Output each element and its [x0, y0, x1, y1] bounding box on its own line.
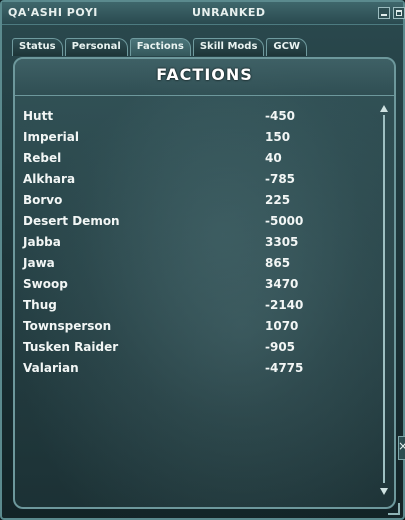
- faction-name: Valarian: [23, 361, 79, 375]
- maximize-icon[interactable]: [393, 7, 405, 19]
- faction-list: Hutt -450 Imperial 150 Rebel 40 Alkhara …: [23, 107, 363, 380]
- faction-value: 225: [265, 193, 291, 207]
- faction-row: Townsperson 1070: [23, 317, 363, 338]
- panel-title: FACTIONS: [156, 65, 253, 84]
- faction-value: -785: [265, 172, 296, 186]
- faction-value: -450: [265, 109, 296, 123]
- tab-skill-mods[interactable]: Skill Mods: [192, 38, 265, 56]
- faction-value: 40: [265, 151, 282, 165]
- faction-name: Swoop: [23, 277, 68, 291]
- faction-row: Jabba 3305: [23, 233, 363, 254]
- character-name: QA'ASHI POYI: [8, 6, 98, 19]
- faction-row: Alkhara -785: [23, 170, 363, 191]
- faction-row: Valarian -4775: [23, 359, 363, 380]
- scroll-track[interactable]: [383, 115, 385, 483]
- factions-panel: FACTIONS Hutt -450 Imperial 150 Rebel 40…: [13, 57, 396, 509]
- close-icon[interactable]: [398, 436, 405, 460]
- faction-value: 3470: [265, 277, 299, 291]
- rank-status: UNRANKED: [192, 6, 266, 19]
- tab-factions[interactable]: Factions: [129, 38, 191, 56]
- faction-name: Tusken Raider: [23, 340, 119, 354]
- faction-row: Thug -2140: [23, 296, 363, 317]
- faction-name: Jabba: [23, 235, 61, 249]
- faction-value: 3305: [265, 235, 299, 249]
- faction-name: Desert Demon: [23, 214, 120, 228]
- faction-row: Desert Demon -5000: [23, 212, 363, 233]
- faction-row: Imperial 150: [23, 128, 363, 149]
- faction-row: Rebel 40: [23, 149, 363, 170]
- tab-bar: Status Personal Factions Skill Mods GCW: [12, 38, 307, 56]
- faction-name: Borvo: [23, 193, 63, 207]
- resize-grip[interactable]: [388, 503, 400, 515]
- faction-value: -905: [265, 340, 296, 354]
- faction-name: Jawa: [23, 256, 55, 270]
- faction-row: Tusken Raider -905: [23, 338, 363, 359]
- faction-name: Imperial: [23, 130, 79, 144]
- faction-row: Hutt -450: [23, 107, 363, 128]
- faction-value: -4775: [265, 361, 304, 375]
- faction-row: Jawa 865: [23, 254, 363, 275]
- faction-value: -2140: [265, 298, 304, 312]
- faction-row: Borvo 225: [23, 191, 363, 212]
- faction-value: 150: [265, 130, 291, 144]
- faction-value: 865: [265, 256, 291, 270]
- faction-row: Swoop 3470: [23, 275, 363, 296]
- character-window: QA'ASHI POYI UNRANKED Status Personal Fa…: [0, 0, 405, 520]
- faction-name: Alkhara: [23, 172, 76, 186]
- tab-personal[interactable]: Personal: [64, 38, 128, 56]
- tab-gcw[interactable]: GCW: [266, 38, 307, 56]
- faction-value: -5000: [265, 214, 304, 228]
- arrow-down-icon[interactable]: [380, 488, 388, 495]
- faction-name: Hutt: [23, 109, 54, 123]
- minimize-icon[interactable]: [378, 7, 390, 19]
- faction-value: 1070: [265, 319, 299, 333]
- arrow-up-icon[interactable]: [380, 105, 388, 112]
- faction-name: Rebel: [23, 151, 62, 165]
- panel-header: FACTIONS: [15, 59, 394, 96]
- faction-name: Thug: [23, 298, 57, 312]
- tab-status[interactable]: Status: [12, 38, 63, 56]
- faction-name: Townsperson: [23, 319, 112, 333]
- title-bar[interactable]: QA'ASHI POYI UNRANKED: [2, 2, 405, 25]
- scrollbar[interactable]: [379, 105, 389, 495]
